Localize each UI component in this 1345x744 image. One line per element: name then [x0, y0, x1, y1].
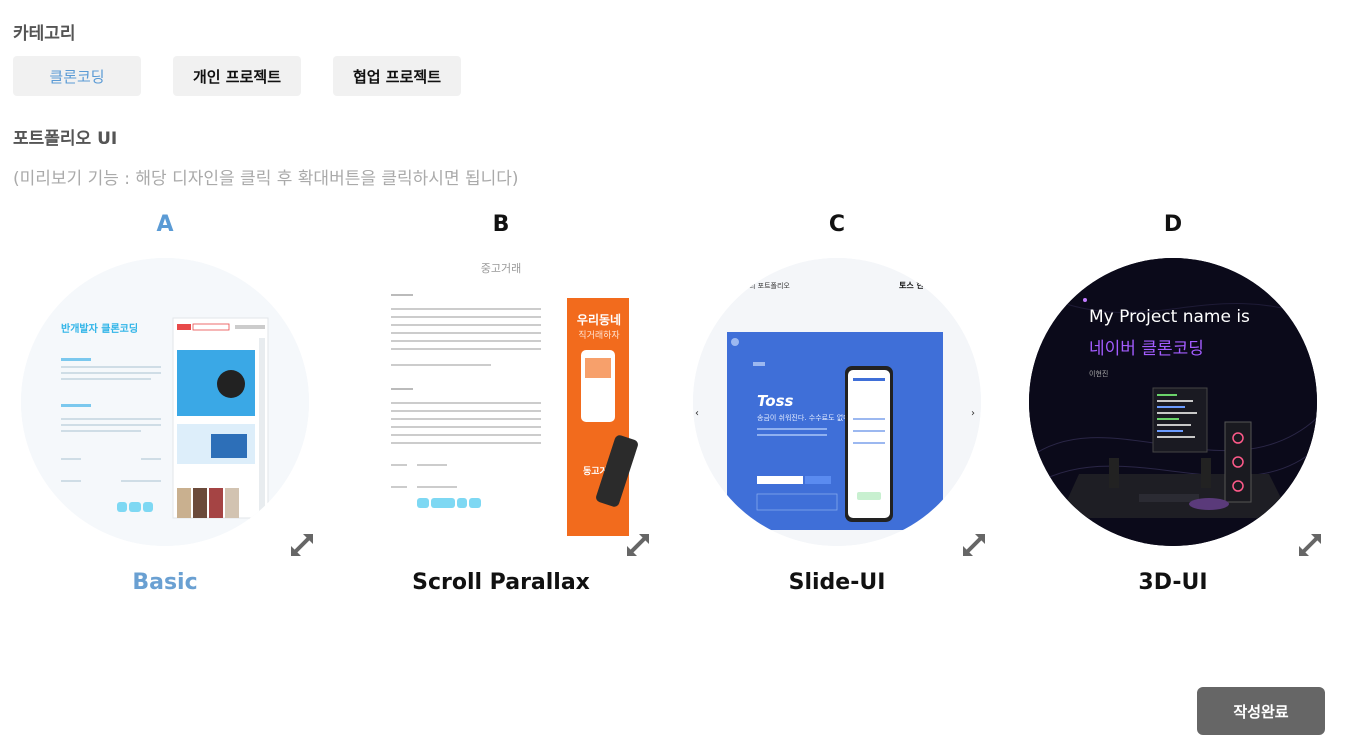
submit-button[interactable]: 작성완료: [1197, 687, 1325, 735]
category-clone-coding-button[interactable]: 클론코딩: [13, 56, 141, 96]
thumb-a-heading: 반개발자 클론코딩: [61, 322, 138, 335]
thumb-c-brand: Toss: [757, 392, 794, 410]
portfolio-ui-title: 포트폴리오 UI: [13, 129, 118, 149]
design-card-c[interactable]: C 의 포트폴리오 토스 한 ‹ › Toss 송금이 쉬워진다. 수수료도 없…: [677, 210, 997, 610]
thumbnail-slide-ui[interactable]: 의 포트폴리오 토스 한 ‹ › Toss 송금이 쉬워진다. 수수료도 없다.: [693, 258, 981, 546]
thumb-c-top-right: 토스 한: [899, 280, 925, 290]
thumb-d-line1: My Project name is: [1089, 307, 1250, 327]
category-title: 카테고리: [13, 24, 76, 44]
card-name: Basic: [132, 570, 198, 595]
thumbnail-3d-ui[interactable]: My Project name is 네이버 클론코딩 이현진: [1029, 258, 1317, 546]
category-personal-project-button[interactable]: 개인 프로젝트: [173, 56, 301, 96]
thumbnail-3d-ui-image: My Project name is 네이버 클론코딩 이현진: [1029, 258, 1317, 546]
expand-arrows-icon[interactable]: [959, 530, 989, 560]
thumbnail-basic[interactable]: 반개발자 클론코딩: [21, 258, 309, 546]
design-card-d[interactable]: D My Project name is 네이버 클론코딩 이현진 3D-UI: [1013, 210, 1333, 610]
card-letter: D: [1163, 212, 1183, 237]
thumb-c-next-arrow: ›: [971, 408, 975, 419]
expand-arrows-icon[interactable]: [623, 530, 653, 560]
thumb-b-banner-sub: 직거래하자: [578, 330, 620, 341]
thumbnail-scroll-parallax[interactable]: 중고거래 우리동네 직거래하자 동고거래: [357, 258, 645, 546]
thumb-b-banner-top: 우리동네: [577, 312, 621, 327]
card-name: Slide-UI: [788, 570, 886, 595]
card-letter: C: [828, 212, 846, 237]
thumb-b-heading: 중고거래: [481, 262, 521, 275]
thumb-d-line2: 네이버 클론코딩: [1089, 339, 1204, 359]
thumbnail-basic-image: 반개발자 클론코딩: [21, 258, 309, 546]
thumb-c-prev-arrow: ‹: [695, 408, 699, 419]
thumb-c-tagline: 송금이 쉬워진다. 수수료도 없다.: [757, 413, 852, 422]
design-card-a[interactable]: A 반개발자 클론코딩 Basic: [5, 210, 325, 610]
thumb-c-top-left: 의 포트폴리오: [749, 281, 790, 290]
preview-hint: (미리보기 기능 : 해당 디자인을 클릭 후 확대버튼을 클릭하시면 됩니다): [13, 169, 519, 189]
design-card-b[interactable]: B 중고거래 우리동네 직거래하자 동고거래 Scroll Parallax: [341, 210, 661, 610]
thumb-d-author: 이현진: [1089, 369, 1108, 378]
expand-arrows-icon[interactable]: [287, 530, 317, 560]
thumbnail-scroll-parallax-image: 중고거래 우리동네 직거래하자 동고거래: [391, 262, 638, 536]
card-name: Scroll Parallax: [412, 570, 590, 595]
expand-arrows-icon[interactable]: [1295, 530, 1325, 560]
category-collab-project-button[interactable]: 협업 프로젝트: [333, 56, 461, 96]
thumbnail-slide-ui-image: 의 포트폴리오 토스 한 ‹ › Toss 송금이 쉬워진다. 수수료도 없다.: [693, 258, 981, 546]
card-letter: B: [492, 212, 510, 237]
card-name: 3D-UI: [1138, 570, 1208, 595]
card-letter: A: [156, 212, 174, 237]
